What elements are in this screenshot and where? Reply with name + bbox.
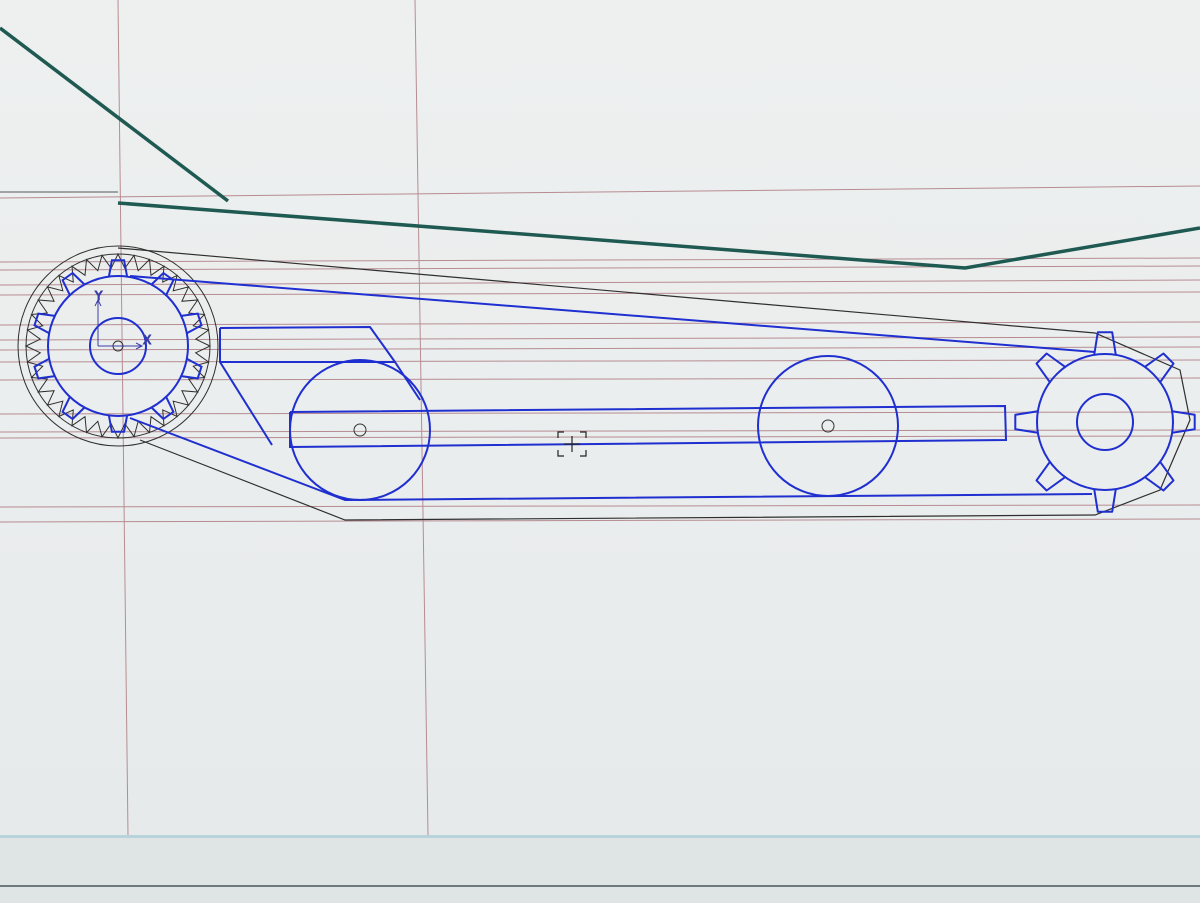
ucs-y-label: Y xyxy=(94,289,103,303)
right-sprocket-cog xyxy=(1093,488,1117,513)
construction-line-vertical-mid xyxy=(414,0,429,835)
tensioner-strut xyxy=(219,361,273,446)
construction-line-h5 xyxy=(0,291,1200,296)
track-belt-top xyxy=(129,275,1096,353)
construction-line-h6 xyxy=(0,321,1200,326)
construction-line-h15 xyxy=(0,518,1200,523)
track-outline-path xyxy=(117,247,1191,521)
road-wheel-right[interactable] xyxy=(757,355,899,497)
road-wheel-right-circle xyxy=(757,355,899,497)
construction-lines xyxy=(0,0,1200,835)
construction-line-h9 xyxy=(0,359,1200,363)
right-sprocket-inner-circle xyxy=(1076,393,1134,451)
road-wheel-left-circle xyxy=(289,359,431,501)
construction-line-h1 xyxy=(0,185,1200,199)
status-area xyxy=(0,835,1200,903)
right-sprocket-cog xyxy=(1014,410,1039,434)
right-sprocket-cog xyxy=(1035,461,1066,492)
right-sprocket-cog xyxy=(1093,331,1117,356)
road-wheel-left[interactable] xyxy=(289,359,431,501)
frame-diagonal-left xyxy=(0,26,230,203)
construction-line-h7 xyxy=(0,336,1200,341)
drawing-area[interactable]: Y X xyxy=(0,0,1200,835)
right-sprocket[interactable] xyxy=(1014,331,1196,513)
upper-frame xyxy=(0,26,1200,270)
road-wheel-left-center xyxy=(353,423,367,437)
status-divider xyxy=(0,885,1200,887)
construction-line-h8 xyxy=(0,346,1200,351)
drawing-canvas[interactable]: Y X xyxy=(0,0,1200,835)
track-outline xyxy=(117,247,1191,521)
tensioner-arm[interactable] xyxy=(219,326,421,446)
right-sprocket-body xyxy=(1036,353,1174,491)
tensioner-strut-right xyxy=(394,361,421,401)
tensioner-block xyxy=(219,326,396,363)
right-sprocket-cog xyxy=(1144,461,1175,492)
right-sprocket-cogs xyxy=(1014,331,1196,513)
construction-line-h14 xyxy=(0,504,1200,508)
track-belt xyxy=(129,275,1096,501)
ucs-x-label: X xyxy=(143,333,151,347)
